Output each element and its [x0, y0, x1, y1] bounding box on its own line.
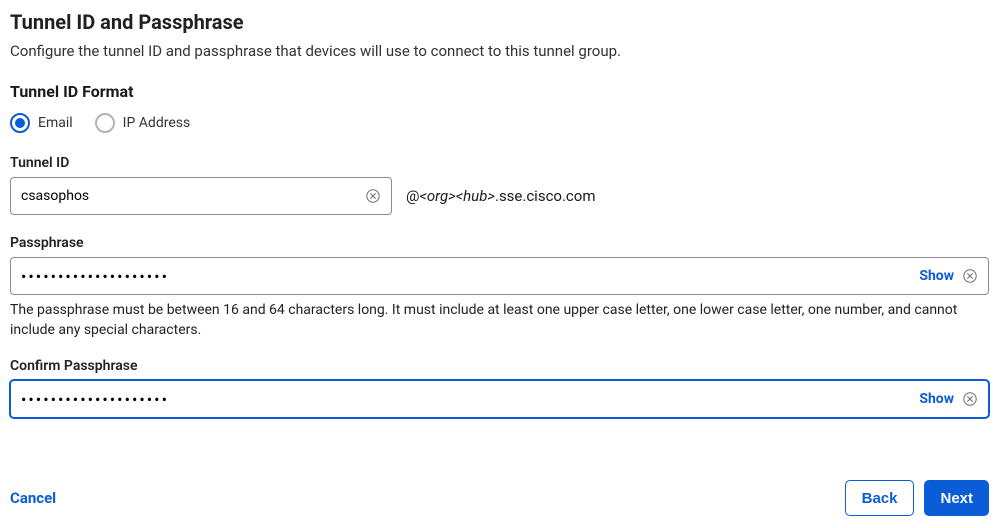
page-description: Configure the tunnel ID and passphrase t… [10, 42, 989, 60]
radio-ip-address[interactable]: IP Address [95, 113, 191, 133]
radio-circle-icon [10, 113, 30, 133]
passphrase-help-text: The passphrase must be between 16 and 64… [10, 301, 989, 340]
show-confirm-passphrase-button[interactable]: Show [919, 391, 954, 407]
suffix-at: @ [406, 187, 419, 205]
suffix-org: <org> [419, 187, 455, 205]
radio-email-label: Email [38, 115, 73, 131]
suffix-domain: .sse.cisco.com [495, 187, 596, 205]
radio-circle-icon [95, 113, 115, 133]
tunnel-id-input[interactable] [21, 188, 357, 204]
passphrase-label: Passphrase [10, 235, 989, 251]
tunnel-id-suffix: @<org><hub>.sse.cisco.com [406, 187, 596, 205]
confirm-passphrase-label: Confirm Passphrase [10, 358, 989, 374]
tunnel-id-label: Tunnel ID [10, 155, 989, 171]
footer-buttons: Back Next [845, 480, 989, 516]
clear-icon[interactable] [365, 188, 381, 204]
clear-icon[interactable] [962, 268, 978, 284]
page-title: Tunnel ID and Passphrase [10, 10, 989, 34]
back-button[interactable]: Back [845, 480, 915, 516]
footer: Cancel Back Next [10, 480, 989, 516]
next-button[interactable]: Next [924, 480, 989, 516]
tunnel-id-input-wrap [10, 177, 392, 215]
cancel-button[interactable]: Cancel [10, 489, 56, 507]
radio-ip-label: IP Address [123, 115, 191, 131]
show-passphrase-button[interactable]: Show [919, 268, 954, 284]
format-section-label: Tunnel ID Format [10, 82, 989, 101]
radio-email[interactable]: Email [10, 113, 73, 133]
confirm-passphrase-input-wrap: Show [10, 380, 989, 418]
passphrase-input[interactable] [21, 267, 911, 286]
passphrase-input-wrap: Show [10, 257, 989, 295]
clear-icon[interactable] [962, 391, 978, 407]
tunnel-id-format-group: Email IP Address [10, 113, 989, 133]
suffix-hub: <hub> [456, 187, 495, 205]
confirm-passphrase-input[interactable] [21, 390, 911, 409]
